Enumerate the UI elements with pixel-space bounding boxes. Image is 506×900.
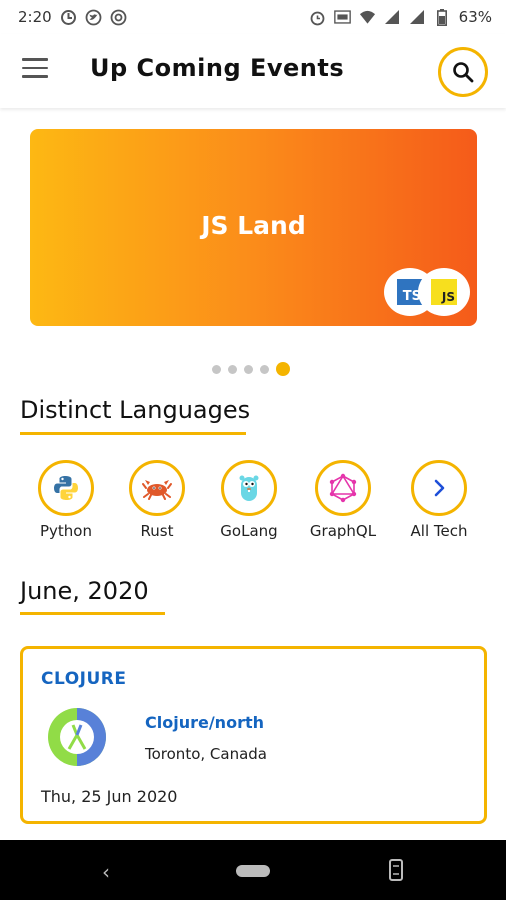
at-icon xyxy=(110,9,127,26)
battery-icon xyxy=(434,8,451,26)
language-item-graphql[interactable]: GraphQL xyxy=(303,460,383,540)
signal-icon xyxy=(409,9,426,26)
gopher-icon xyxy=(221,460,277,516)
search-button[interactable] xyxy=(438,47,488,97)
carousel-dot[interactable] xyxy=(212,364,221,374)
language-label: GraphQL xyxy=(309,522,377,540)
javascript-icon: JS xyxy=(431,279,457,305)
carousel-dot[interactable] xyxy=(260,364,269,374)
language-item-rust[interactable]: Rust xyxy=(117,460,197,540)
home-button[interactable] xyxy=(236,865,270,877)
language-label: GoLang xyxy=(220,522,278,540)
back-icon[interactable]: ‹ xyxy=(102,860,110,884)
twitter-icon xyxy=(85,9,102,26)
carousel-dot-active[interactable] xyxy=(276,362,290,376)
graphql-icon xyxy=(315,460,371,516)
rotate-icon[interactable] xyxy=(388,858,404,882)
clojure-logo-icon xyxy=(47,707,107,767)
language-item-golang[interactable]: GoLang xyxy=(209,460,289,540)
signal-icon xyxy=(384,9,401,26)
event-location: Toronto, Canada xyxy=(145,745,267,763)
search-icon xyxy=(453,62,474,83)
rust-crab-icon xyxy=(129,460,185,516)
banner-title: JS Land xyxy=(201,211,306,240)
wifi-icon xyxy=(359,9,376,26)
event-category: CLOJURE xyxy=(41,669,127,689)
language-item-python[interactable]: Python xyxy=(26,460,106,540)
maps-icon xyxy=(60,9,77,26)
carousel-dot[interactable] xyxy=(228,364,237,374)
volte-icon xyxy=(333,9,351,26)
page-title: Up Coming Events xyxy=(90,54,345,82)
system-nav-bar: ‹ xyxy=(0,840,506,900)
alarm-icon xyxy=(309,9,326,26)
hamburger-menu-icon[interactable] xyxy=(22,58,48,80)
app-bar: Up Coming Events xyxy=(0,34,506,108)
section-underline xyxy=(20,612,165,615)
month-section-title: June, 2020 xyxy=(20,577,149,605)
language-label: All Tech xyxy=(410,522,468,540)
chevron-right-icon xyxy=(411,460,467,516)
javascript-badge: JS xyxy=(418,268,470,316)
carousel-indicator xyxy=(212,362,290,376)
carousel-dot[interactable] xyxy=(244,364,253,374)
language-label: Rust xyxy=(140,522,174,540)
event-card[interactable]: CLOJURE Clojure/north Toronto, Canada Th… xyxy=(20,646,487,824)
languages-section-title: Distinct Languages xyxy=(20,396,251,424)
status-time: 2:20 xyxy=(18,8,52,26)
battery-percent: 63% xyxy=(458,8,492,26)
event-date: Thu, 25 Jun 2020 xyxy=(41,787,178,806)
status-bar: 2:20 63% xyxy=(0,0,506,34)
language-item-all-tech[interactable]: All Tech xyxy=(399,460,479,540)
section-underline xyxy=(20,432,246,435)
event-name-link[interactable]: Clojure/north xyxy=(145,713,264,732)
python-icon xyxy=(38,460,94,516)
language-label: Python xyxy=(40,522,92,540)
